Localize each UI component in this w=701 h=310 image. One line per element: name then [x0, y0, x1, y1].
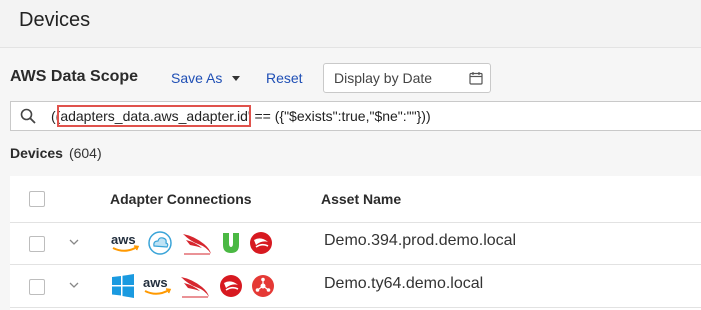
cloud-sync-icon: [148, 231, 172, 255]
row-checkbox[interactable]: [29, 279, 45, 295]
devices-table: Adapter Connections Asset Name aws Demo.…: [10, 176, 701, 310]
windows-icon: [112, 274, 134, 298]
adapter-icons: aws: [110, 272, 276, 300]
aws-icon: aws: [111, 232, 140, 252]
crowdstrike-icon: [181, 277, 209, 298]
reset-button[interactable]: Reset: [266, 70, 303, 86]
svg-text:aws: aws: [111, 232, 136, 247]
query-prefix: ((: [51, 108, 61, 124]
trend-micro-icon: [220, 275, 242, 297]
query-text[interactable]: ((adapters_data.aws_adapter.id' == ({"$e…: [51, 105, 431, 127]
table-row[interactable]: aws Demo.ty64.demo.local: [10, 265, 701, 308]
row-checkbox[interactable]: [29, 236, 45, 252]
trend-micro-icon: [250, 232, 272, 254]
caret-down-icon: [232, 76, 241, 81]
aws-icon: aws: [143, 275, 172, 295]
date-input[interactable]: [334, 69, 459, 87]
query-search-bar[interactable]: ((adapters_data.aws_adapter.id' == ({"$e…: [10, 101, 701, 131]
page-header: Devices: [0, 0, 701, 48]
devices-label: Devices: [10, 145, 63, 161]
column-asset-name[interactable]: Asset Name: [321, 191, 401, 207]
date-picker[interactable]: [323, 63, 491, 93]
asset-name[interactable]: Demo.394.prod.demo.local: [324, 232, 516, 250]
table-header: Adapter Connections Asset Name: [10, 176, 701, 223]
jamf-icon: [223, 233, 239, 253]
query-suffix: ' == ({"$exists":true,"$ne":""})): [247, 108, 431, 124]
chevron-down-icon[interactable]: [68, 279, 80, 291]
svg-text:aws: aws: [143, 275, 168, 290]
devices-count-value: (604): [68, 145, 102, 161]
asset-name[interactable]: Demo.ty64.demo.local: [324, 275, 483, 293]
adapter-icons: aws: [110, 229, 274, 257]
save-as-label: Save As: [171, 70, 223, 86]
query-highlighted-field: adapters_data.aws_adapter.id: [57, 105, 251, 127]
table-row[interactable]: aws Demo.394.prod.demo.local: [10, 222, 701, 265]
select-all-checkbox[interactable]: [29, 191, 45, 207]
page-title: Devices: [19, 9, 91, 31]
column-adapter-connections[interactable]: Adapter Connections: [110, 191, 252, 207]
devices-count: Devices (604): [10, 145, 102, 161]
calendar-icon[interactable]: [469, 71, 483, 85]
crowdstrike-icon: [183, 234, 211, 255]
network-hub-icon: [252, 275, 274, 297]
search-icon: [20, 108, 36, 124]
save-as-button[interactable]: Save As: [171, 70, 241, 86]
chevron-down-icon[interactable]: [68, 236, 80, 248]
scope-title: AWS Data Scope: [10, 68, 139, 85]
